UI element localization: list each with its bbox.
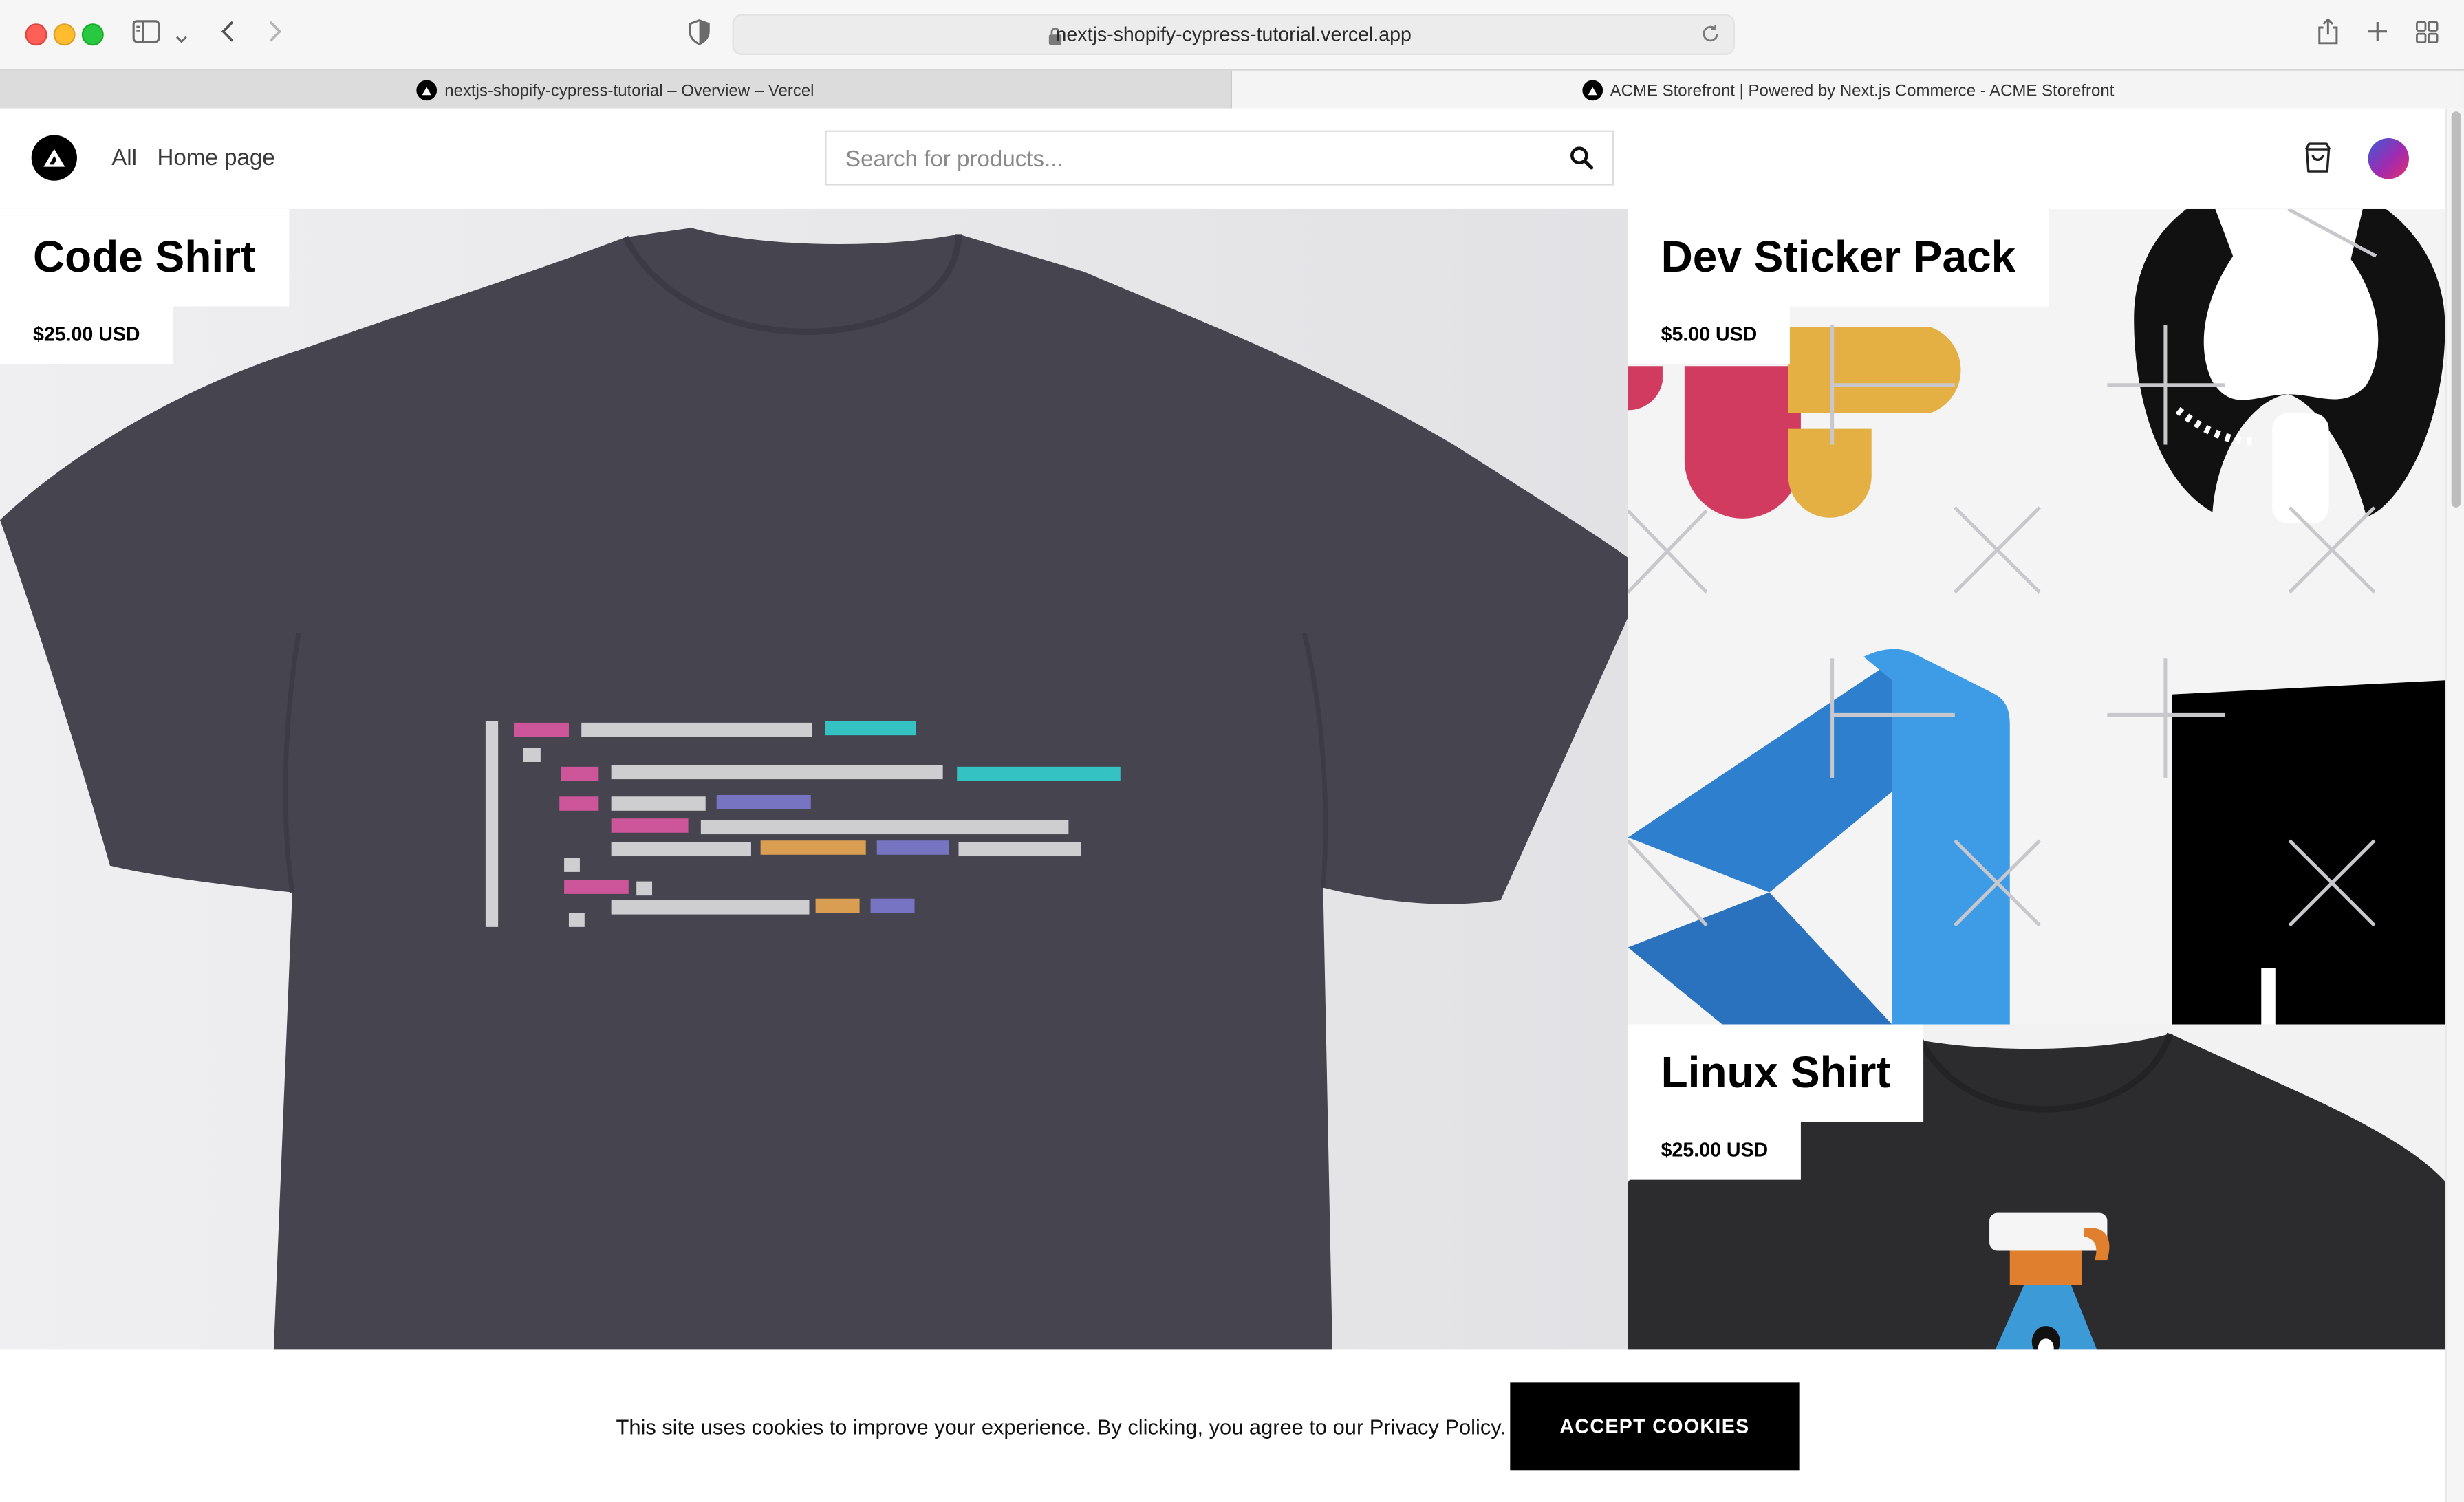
product-card-linux-shirt[interactable]: Linux Shirt $25.00 USD — [1628, 1024, 2445, 1356]
cookie-banner: This site uses cookies to improve your e… — [0, 1349, 2445, 1502]
product-price: $5.00 USD — [1628, 306, 1791, 365]
reload-icon[interactable] — [1700, 23, 1721, 52]
chevron-down-icon[interactable] — [175, 25, 189, 54]
acme-logo[interactable] — [31, 135, 77, 181]
zoom-window-button[interactable] — [81, 23, 104, 46]
product-title: Linux Shirt — [1628, 1024, 1924, 1122]
browser-toolbar: nextjs-shopify-cypress-tutorial.vercel.a… — [0, 0, 2464, 69]
product-title: Code Shirt — [0, 208, 289, 307]
product-title: Dev Sticker Pack — [1628, 208, 2049, 307]
nav-link-home-page[interactable]: Home page — [157, 146, 274, 171]
tab-label: nextjs-shopify-cypress-tutorial – Overvi… — [444, 80, 814, 100]
product-card-code-shirt[interactable]: Code Shirt $25.00 USD — [0, 208, 1628, 1356]
storefront-page: All Home page Search for products... Cod… — [0, 108, 2464, 1502]
product-card-dev-sticker-pack[interactable]: Dev Sticker Pack $5.00 USD — [1628, 208, 2445, 1025]
acme-favicon-icon — [1581, 80, 1603, 101]
product-price: $25.00 USD — [0, 306, 173, 365]
page-scrollbar[interactable] — [2445, 108, 2464, 1502]
scrollbar-thumb[interactable] — [2451, 111, 2461, 508]
back-arrow-icon[interactable] — [220, 19, 236, 52]
tab-acme-storefront[interactable]: ACME Storefront | Powered by Next.js Com… — [1231, 70, 2464, 110]
product-price: $25.00 USD — [1628, 1122, 1802, 1180]
search-input[interactable] — [842, 131, 1556, 187]
code-shirt-image — [0, 208, 1628, 1356]
product-search — [825, 130, 1614, 187]
cart-icon[interactable] — [2302, 142, 2334, 182]
forward-arrow-icon[interactable] — [267, 19, 283, 52]
share-icon[interactable] — [2316, 17, 2339, 54]
minimize-window-button[interactable] — [53, 23, 76, 46]
new-tab-icon[interactable] — [2366, 21, 2388, 50]
nav-link-all[interactable]: All — [111, 146, 137, 171]
tab-vercel-overview[interactable]: nextjs-shopify-cypress-tutorial – Overvi… — [0, 70, 1232, 110]
user-avatar[interactable] — [2368, 138, 2409, 179]
sidebar-icon[interactable] — [132, 19, 160, 52]
site-navbar: All Home page — [0, 108, 2445, 209]
tab-label: ACME Storefront | Powered by Next.js Com… — [1610, 80, 2115, 100]
search-icon[interactable] — [1570, 146, 1594, 177]
shield-icon[interactable] — [689, 19, 711, 53]
url-text: nextjs-shopify-cypress-tutorial.vercel.a… — [1055, 23, 1412, 46]
accept-cookies-button[interactable]: ACCEPT COOKIES — [1510, 1382, 1800, 1471]
tab-bar: nextjs-shopify-cypress-tutorial – Overvi… — [0, 69, 2464, 112]
tab-overview-icon[interactable] — [2415, 21, 2439, 52]
browser-window: nextjs-shopify-cypress-tutorial.vercel.a… — [0, 0, 2464, 1502]
cookie-message: This site uses cookies to improve your e… — [616, 1415, 1506, 1439]
close-window-button[interactable] — [25, 23, 47, 46]
address-bar[interactable]: nextjs-shopify-cypress-tutorial.vercel.a… — [732, 14, 1735, 55]
vercel-favicon-icon — [416, 80, 437, 101]
